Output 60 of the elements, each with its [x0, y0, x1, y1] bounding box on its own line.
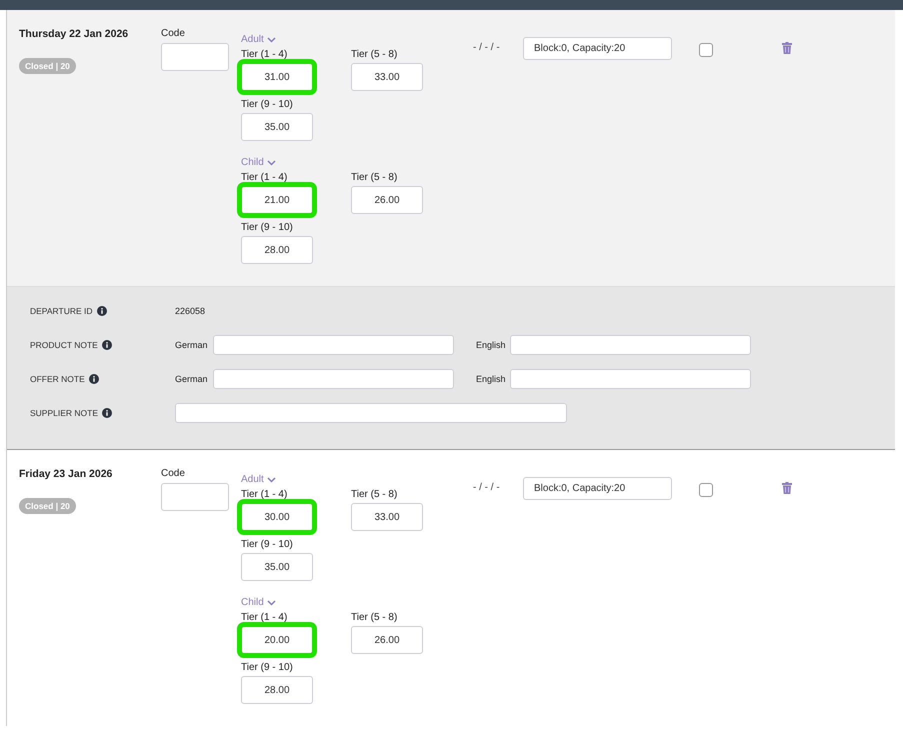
language-label: English: [476, 340, 506, 350]
note-field[interactable]: [213, 369, 454, 389]
chevron-icon: [266, 600, 276, 606]
tier-label: Tier (9 - 10): [241, 99, 294, 110]
language-label: German: [175, 374, 209, 384]
note-field[interactable]: [213, 335, 454, 355]
price-field[interactable]: 28.00: [241, 676, 313, 704]
code-label: Code: [161, 468, 186, 479]
departure-id: 226058: [175, 306, 206, 316]
note-field[interactable]: [175, 403, 567, 423]
tier-label: Tier (5 - 8): [351, 49, 398, 60]
price-field[interactable]: 33.00: [351, 63, 423, 91]
info-icon[interactable]: [88, 374, 99, 384]
checkbox[interactable]: [699, 483, 713, 497]
info-icon[interactable]: [102, 340, 112, 350]
price-field[interactable]: 35.00: [241, 113, 313, 141]
group-toggle[interactable]: Child: [241, 597, 276, 608]
tier-label: Tier (1 - 4): [241, 172, 288, 183]
departure-date: Friday 23 Jan 2026: [19, 468, 112, 480]
date-range: - / - / -: [473, 42, 501, 55]
tier-label: Tier (9 - 10): [241, 662, 294, 673]
field-label: OFFER NOTE: [30, 374, 85, 384]
block-field[interactable]: Block:0, Capacity:20: [523, 477, 672, 500]
note-field[interactable]: [510, 369, 751, 389]
code-label: Code: [161, 28, 186, 39]
price-field[interactable]: 26.00: [351, 186, 423, 214]
field-label: DEPARTURE ID: [30, 306, 93, 316]
date-range: - / - / -: [473, 482, 501, 495]
trash-icon[interactable]: [782, 42, 792, 54]
chevron-icon: [266, 160, 276, 166]
chevron-icon: [266, 36, 276, 42]
block-field[interactable]: Block:0, Capacity:20: [523, 37, 672, 60]
tier-label: Tier (1 - 4): [241, 489, 288, 500]
tier-label: Tier (1 - 4): [241, 612, 288, 623]
price-field[interactable]: 26.00: [351, 626, 423, 654]
status-badge: Closed | 20: [19, 58, 76, 74]
chevron-icon: [266, 476, 276, 482]
price-field[interactable]: 35.00: [241, 553, 313, 581]
price-field[interactable]: 28.00: [241, 236, 313, 264]
code-field[interactable]: [161, 43, 229, 71]
field-label: PRODUCT NOTE: [30, 340, 98, 350]
field-label: SUPPLIER NOTE: [30, 408, 98, 418]
language-label: English: [476, 374, 506, 384]
tier-label: Tier (9 - 10): [241, 222, 294, 233]
price-field[interactable]: 33.00: [351, 503, 423, 531]
tier-label: Tier (5 - 8): [351, 612, 398, 623]
trash-icon[interactable]: [782, 482, 792, 494]
group-toggle[interactable]: Adult: [241, 474, 276, 485]
note-field[interactable]: [510, 335, 751, 355]
tier-label: Tier (5 - 8): [351, 172, 398, 183]
tier-label: Tier (5 - 8): [351, 489, 398, 500]
status-badge: Closed | 20: [19, 498, 76, 514]
tier-label: Tier (1 - 4): [241, 49, 288, 60]
checkbox[interactable]: [699, 43, 713, 57]
departure-date: Thursday 22 Jan 2026: [19, 28, 128, 40]
info-icon[interactable]: [102, 408, 112, 418]
tier-label: Tier (9 - 10): [241, 539, 294, 550]
language-label: German: [175, 340, 209, 350]
code-field[interactable]: [161, 483, 229, 511]
info-icon[interactable]: [96, 306, 107, 316]
